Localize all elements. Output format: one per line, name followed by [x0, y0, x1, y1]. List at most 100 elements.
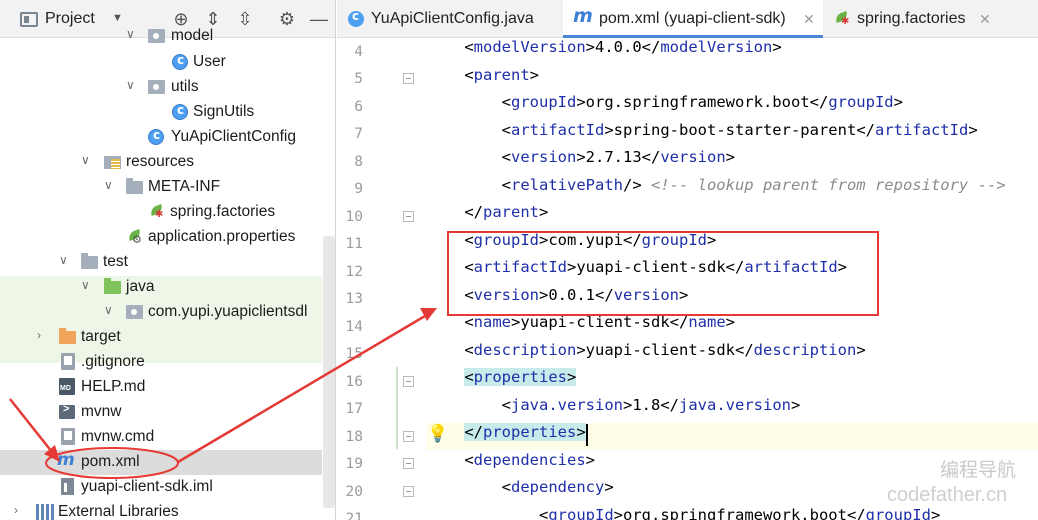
tree-item-target[interactable]: › target	[0, 325, 335, 350]
fold-marker[interactable]	[403, 458, 414, 469]
lightbulb-icon[interactable]: 💡	[427, 424, 448, 444]
line-number: 14	[345, 319, 363, 335]
project-tool-window: Project ▼ ⊕ ⇕ ⇳ ⚙ — ∨ model User ∨ utils…	[0, 0, 336, 520]
chevron-down-icon[interactable]: ∨	[59, 253, 68, 267]
close-icon[interactable]: ✕	[979, 11, 991, 28]
folder-icon	[126, 178, 143, 194]
chevron-down-icon[interactable]: ∨	[81, 278, 90, 292]
tree-item-label: utils	[171, 78, 199, 95]
tree-item-label: HELP.md	[81, 378, 146, 395]
chevron-down-icon[interactable]: ∨	[81, 153, 90, 167]
maven-icon: m	[573, 5, 593, 27]
watermark-en: codefather.cn	[887, 484, 1008, 506]
folder-icon	[81, 253, 98, 269]
line-number: 5	[354, 71, 363, 87]
tree-item-help-md[interactable]: HELP.md	[0, 375, 335, 400]
tree-item-signutils[interactable]: SignUtils	[0, 100, 335, 125]
tree-item-pom-xml[interactable]: m pom.xml	[0, 450, 322, 475]
line-number: 20	[345, 484, 363, 500]
shell-script-icon	[59, 403, 75, 419]
chevron-right-icon[interactable]: ›	[14, 503, 18, 517]
code-line-14: <name>yuapi-client-sdk</name>	[464, 313, 735, 331]
test-source-folder-icon	[104, 278, 121, 294]
tree-item-label: target	[81, 328, 121, 345]
tree-item-resources[interactable]: ∨ resources	[0, 150, 335, 175]
tree-item-spring-factories[interactable]: spring.factories	[0, 200, 335, 225]
spring-leaf-icon	[148, 204, 164, 220]
code-line-21: <groupId>org.springframework.boot</group…	[538, 506, 941, 520]
tree-item-mvnw-cmd[interactable]: mvnw.cmd	[0, 425, 335, 450]
tree-item-meta-inf[interactable]: ∨ META-INF	[0, 175, 335, 200]
tree-item-external-libraries[interactable]: › External Libraries	[0, 500, 335, 520]
tree-item-test-package[interactable]: ∨ com.yupi.yuapiclientsdl	[0, 300, 335, 325]
fold-marker[interactable]	[403, 376, 414, 387]
tree-item-label: SignUtils	[193, 103, 255, 120]
vcs-change-marker	[396, 367, 398, 449]
code-line-17: <java.version>1.8</java.version>	[501, 396, 801, 414]
chevron-down-icon[interactable]: ∨	[126, 27, 135, 41]
code-line-9: <relativePath/> <!-- lookup parent from …	[501, 176, 1006, 194]
tree-item-user[interactable]: User	[0, 50, 335, 75]
tree-item-mvnw[interactable]: mvnw	[0, 400, 335, 425]
line-number: 18	[345, 429, 363, 445]
fold-marker[interactable]	[403, 73, 414, 84]
tree-item-label: resources	[126, 153, 195, 170]
tab-yuapiclientconfig-java[interactable]: YuApiClientConfig.java	[337, 0, 563, 38]
tab-label: spring.factories	[857, 10, 966, 27]
tab-pom-xml[interactable]: m pom.xml (yuapi-client-sdk) ✕	[563, 0, 823, 38]
line-number: 13	[345, 291, 363, 307]
tree-item-label: mvnw.cmd	[81, 428, 155, 445]
line-number: 6	[354, 99, 363, 115]
fold-marker[interactable]	[403, 486, 414, 497]
package-icon	[126, 305, 143, 319]
tree-item-label: mvnw	[81, 403, 122, 420]
code-line-8: <version>2.7.13</version>	[501, 148, 736, 166]
tree-item-java[interactable]: ∨ java	[0, 275, 335, 300]
chevron-down-icon[interactable]: ∨	[104, 178, 113, 192]
module-file-icon	[61, 478, 74, 495]
class-icon	[172, 53, 188, 70]
matched-tag-open: <properties>	[464, 368, 577, 386]
line-number: 10	[345, 209, 363, 225]
chevron-down-icon[interactable]: ∨	[126, 78, 135, 92]
tree-item-label: META-INF	[148, 178, 221, 195]
tree-item-application-properties[interactable]: application.properties	[0, 225, 335, 250]
tree-item-label: .gitignore	[81, 353, 145, 370]
fold-marker[interactable]	[403, 431, 414, 442]
text-caret	[586, 424, 588, 446]
tree-item-gitignore[interactable]: .gitignore	[0, 350, 335, 375]
library-icon	[36, 504, 54, 520]
editor-tab-bar: YuApiClientConfig.java m pom.xml (yuapi-…	[337, 0, 1038, 38]
line-number: 16	[345, 374, 363, 390]
line-number: 11	[345, 236, 363, 252]
tab-label: pom.xml (yuapi-client-sdk)	[599, 10, 786, 27]
tree-item-label: model	[171, 27, 214, 44]
tree-item-label: User	[193, 53, 226, 70]
code-line-15: <description>yuapi-client-sdk</descripti…	[464, 341, 866, 359]
tree-item-test[interactable]: ∨ test	[0, 250, 335, 275]
tree-item-iml[interactable]: yuapi-client-sdk.iml	[0, 475, 335, 500]
tree-item-label: com.yupi.yuapiclientsdl	[148, 303, 308, 320]
line-number: 19	[345, 456, 363, 472]
tree-item-yuapiclientconfig[interactable]: YuApiClientConfig	[0, 125, 335, 150]
chevron-down-icon[interactable]: ∨	[104, 303, 113, 317]
chevron-right-icon[interactable]: ›	[37, 328, 41, 342]
close-icon[interactable]: ✕	[803, 11, 815, 28]
editor-gutter: 4 5 6 7 8 9 10 11 12 13 14 15 16 17 18 1…	[337, 38, 427, 520]
chevron-down-icon[interactable]: ▼	[112, 12, 123, 24]
spring-properties-icon	[126, 229, 142, 246]
code-line-7: <artifactId>spring-boot-starter-parent</…	[501, 121, 978, 139]
fold-marker[interactable]	[403, 211, 414, 222]
tree-scrollbar[interactable]	[323, 236, 335, 508]
code-line-5: <parent>	[464, 66, 540, 84]
tree-item-utils[interactable]: ∨ utils	[0, 75, 335, 100]
line-number: 17	[345, 401, 363, 417]
tab-spring-factories[interactable]: spring.factories ✕	[823, 0, 1038, 38]
class-icon	[172, 103, 188, 120]
package-icon	[148, 80, 165, 94]
watermark-cn: 编程导航	[940, 459, 1017, 481]
annotation-highlight-box	[447, 231, 879, 316]
line-number: 4	[354, 44, 363, 60]
tree-item-label: yuapi-client-sdk.iml	[81, 478, 213, 495]
tree-item-model[interactable]: ∨ model	[0, 24, 335, 49]
